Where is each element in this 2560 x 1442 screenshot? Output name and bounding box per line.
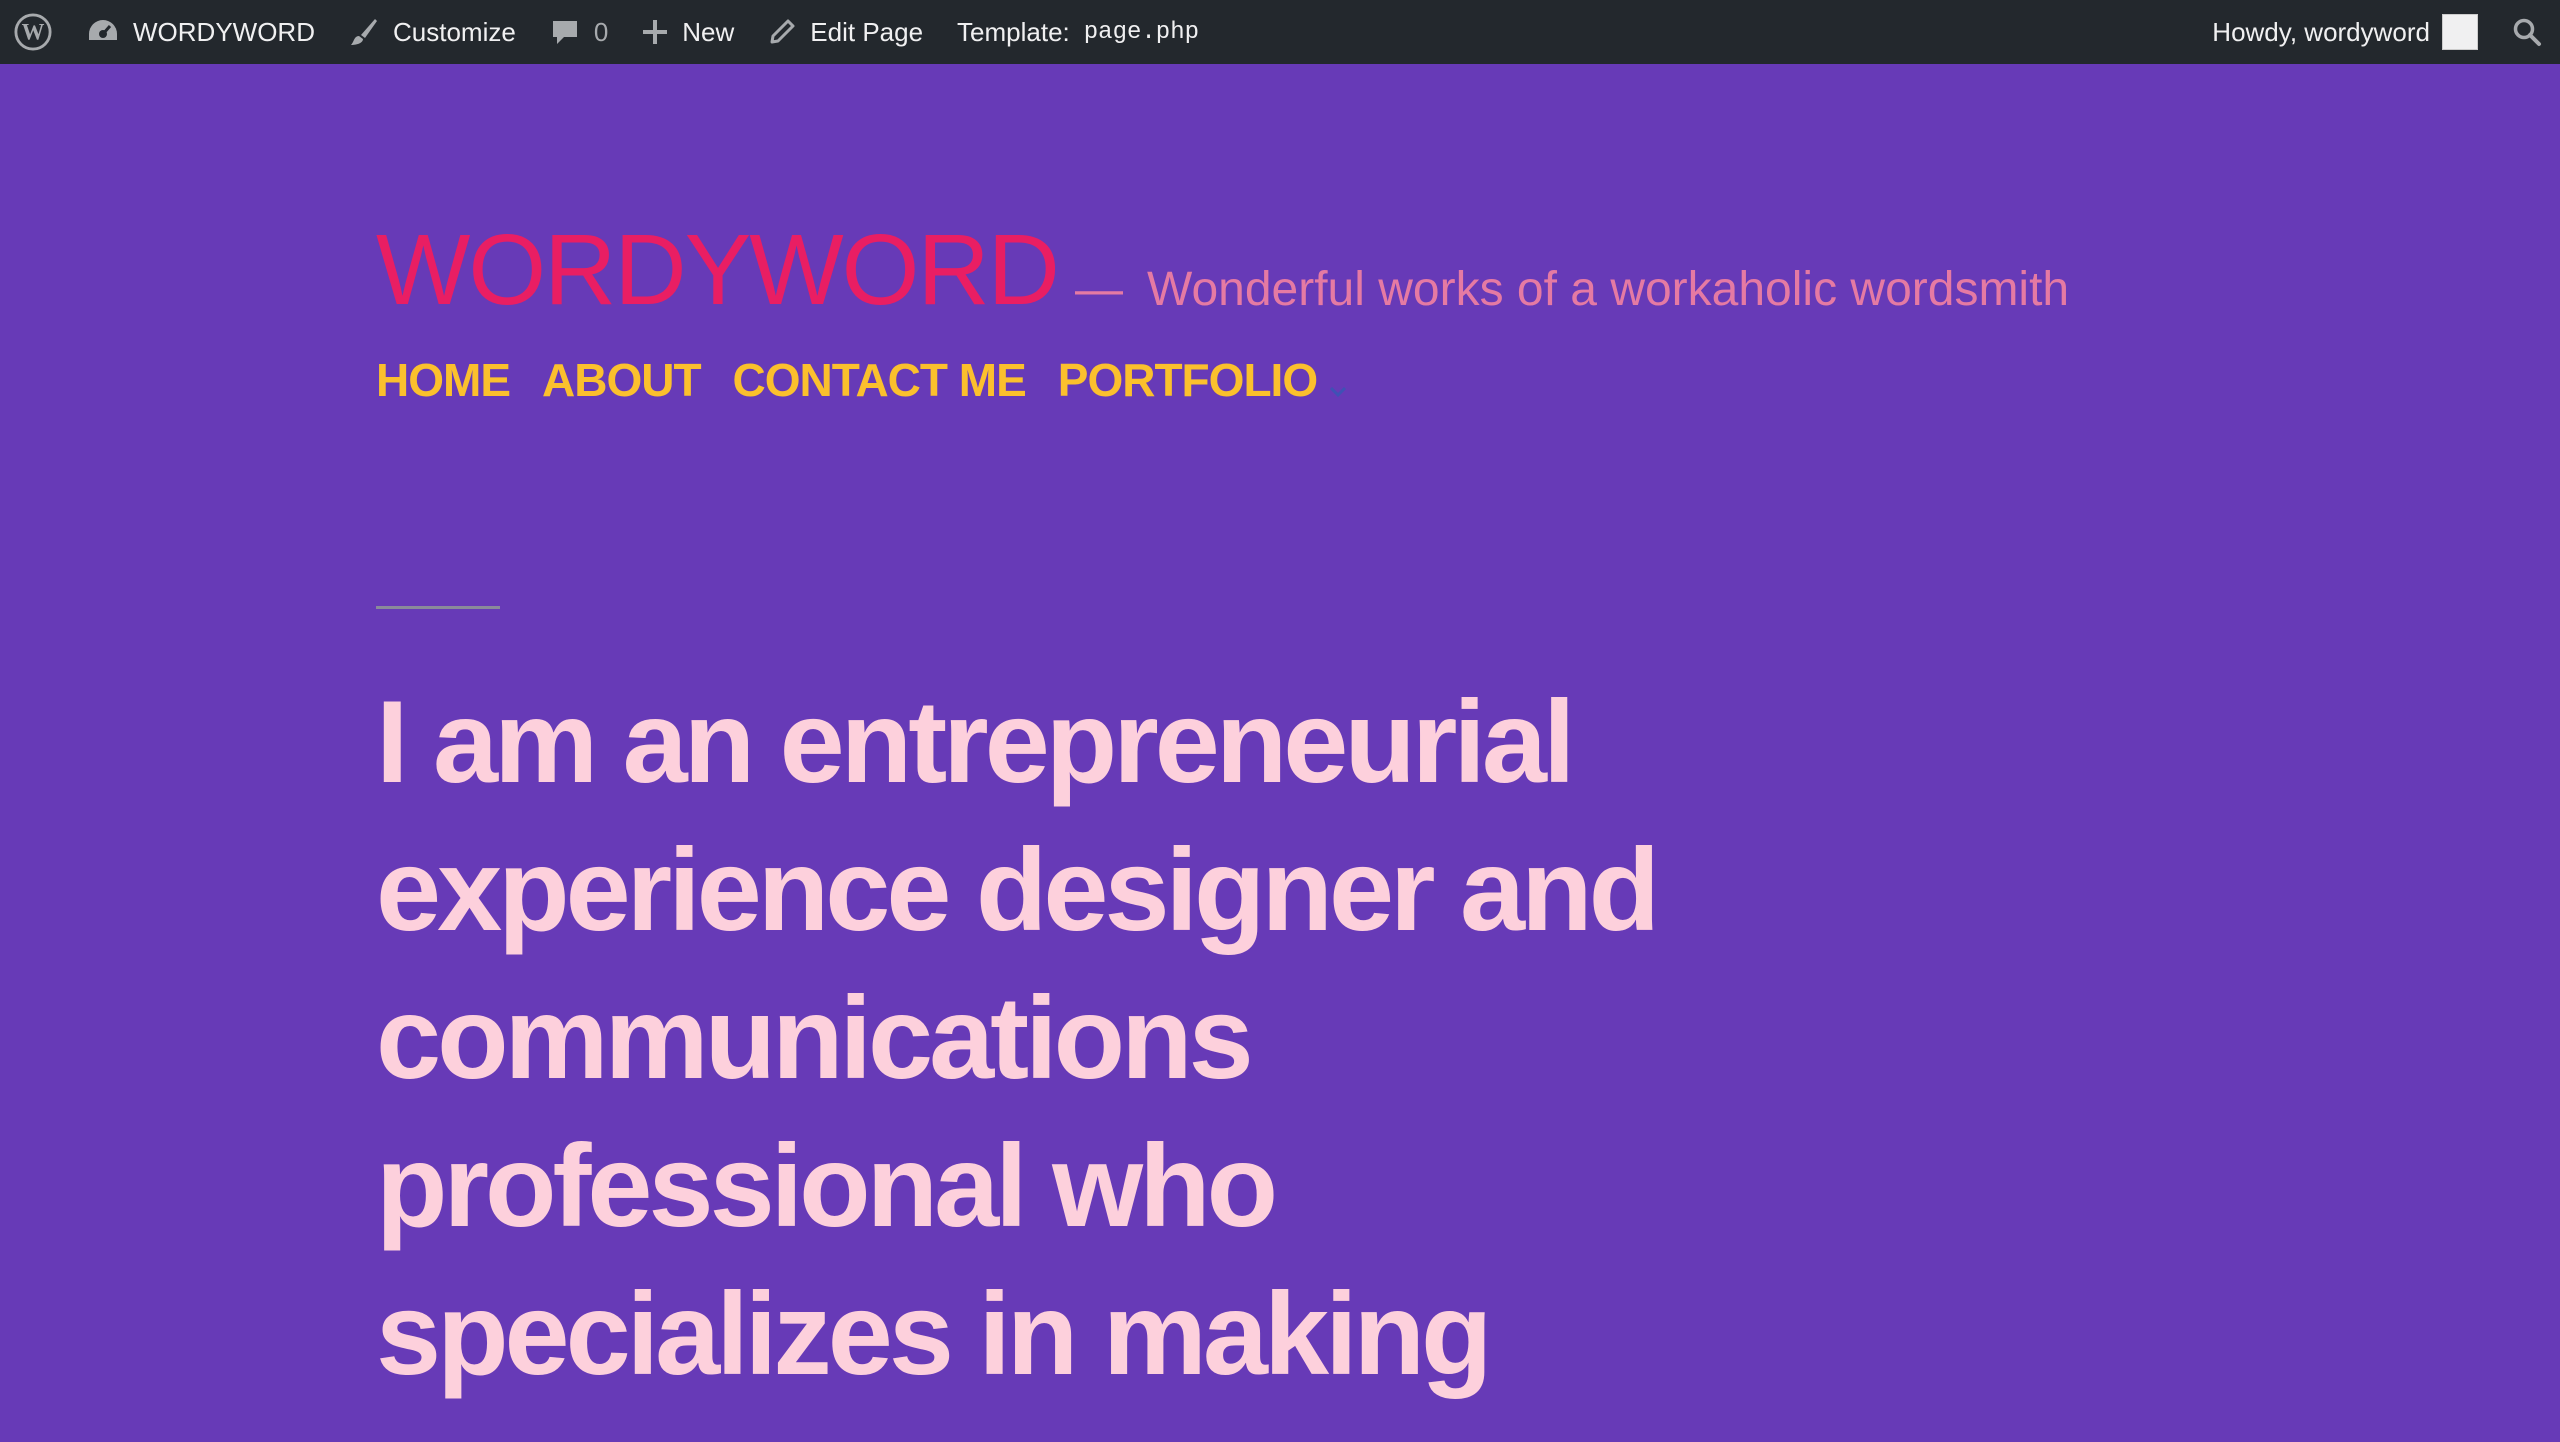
customize-label: Customize [392, 16, 516, 47]
chevron-down-icon[interactable] [1327, 356, 1349, 410]
comment-count: 0 [593, 16, 609, 47]
plus-icon [642, 19, 668, 45]
comment-icon [550, 17, 580, 47]
svg-text:W: W [22, 20, 45, 45]
site-name-label: WORDYWORD [133, 16, 315, 47]
wordpress-logo-menu[interactable]: W [0, 0, 70, 64]
template-info[interactable]: Template: page.php [940, 0, 1216, 64]
dashboard-icon [87, 18, 119, 46]
my-account-menu[interactable]: Howdy, wordyword [2195, 0, 2495, 64]
wordpress-icon: W [14, 13, 52, 51]
menu-item-portfolio-label: PORTFOLIO [1057, 354, 1318, 406]
edit-page-label: Edit Page [810, 16, 924, 47]
search-icon [2512, 17, 2542, 47]
site-title[interactable]: WORDYWORD [376, 212, 1060, 328]
customize-link[interactable]: Customize [332, 0, 533, 64]
admin-bar-left: W WORDYWORD Customize 0 New Edit Page Te… [0, 0, 1216, 64]
menu-item-portfolio[interactable]: PORTFOLIO [1058, 350, 1349, 410]
site-name-menu[interactable]: WORDYWORD [70, 0, 332, 64]
new-label: New [682, 16, 735, 47]
avatar [2442, 14, 2478, 50]
search-button[interactable] [2495, 0, 2560, 64]
howdy-label: Howdy, wordyword [2212, 16, 2430, 47]
primary-menu: HOME ABOUT CONTACT ME PORTFOLIO [376, 350, 1381, 410]
admin-bar: W WORDYWORD Customize 0 New Edit Page Te… [0, 0, 2560, 64]
menu-item-contact-me[interactable]: CONTACT ME [733, 353, 1027, 407]
menu-item-home[interactable]: HOME [376, 353, 511, 407]
tagline-dash: — [1075, 263, 1123, 316]
template-label: Template: [957, 16, 1070, 47]
title-separator [376, 606, 500, 609]
page-headline: I am an entrepreneurial experience desig… [376, 676, 1660, 1399]
menu-item-about[interactable]: ABOUT [542, 353, 702, 407]
tagline-text: Wonderful works of a workaholic wordsmit… [1147, 263, 2070, 316]
admin-bar-right: Howdy, wordyword [2195, 0, 2560, 64]
new-content-menu[interactable]: New [625, 0, 751, 64]
edit-page-link[interactable]: Edit Page [751, 0, 940, 64]
comments-link[interactable]: 0 [533, 0, 625, 64]
pencil-icon [768, 18, 796, 46]
template-file: page.php [1083, 18, 1199, 46]
brush-icon [349, 17, 379, 47]
site-tagline: — Wonderful works of a workaholic wordsm… [1075, 262, 2069, 317]
